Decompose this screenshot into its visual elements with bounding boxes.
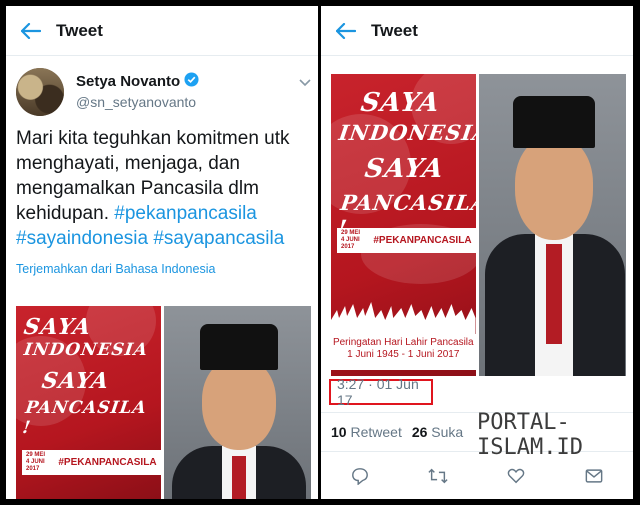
message-icon[interactable] — [574, 468, 614, 484]
poster-caption-line: Peringatan Hari Lahir Pancasila — [332, 337, 474, 348]
poster-text: SAYA — [362, 154, 446, 184]
poster-hashtag-badge: 29 MEI 4 JUNI 2017 #PEKANPANCASILA — [22, 450, 161, 475]
tweet-panel-left: Tweet Setya Novanto @sn_setyanovanto Mar… — [6, 6, 318, 499]
poster-date: 4 JUNI 2017 — [341, 237, 360, 250]
poster-date: 29 MEI — [341, 230, 361, 236]
like-icon[interactable] — [496, 467, 536, 485]
hashtag-link[interactable]: #sayapancasila — [153, 228, 284, 249]
page-title: Tweet — [56, 20, 103, 40]
tweet-image[interactable]: SAYA INDONESIA SAYA PANCASILA ! 29 MEI4 … — [331, 74, 626, 376]
author-name-row[interactable]: Setya Novanto — [76, 72, 199, 91]
tweet-timestamp[interactable]: 3:27 · 01 Jun 17 — [329, 376, 433, 408]
back-arrow-icon[interactable] — [321, 6, 371, 55]
retweet-icon[interactable] — [418, 467, 458, 485]
poster-graphic: SAYA INDONESIA SAYA PANCASILA ! 29 MEI4 … — [16, 306, 161, 499]
poster-caption-line: 1 Juni 1945 - 1 Juni 2017 — [347, 349, 460, 360]
tweet-image[interactable]: SAYA INDONESIA SAYA PANCASILA ! 29 MEI4 … — [16, 306, 311, 499]
chevron-down-icon[interactable] — [299, 74, 311, 92]
author-name[interactable]: Setya Novanto — [76, 73, 180, 90]
reply-icon[interactable] — [340, 467, 380, 485]
hashtag-link[interactable]: #sayaindonesia — [16, 228, 148, 249]
poster-date: 4 JUNI 2017 — [26, 459, 45, 472]
crowd-silhouette — [331, 302, 476, 336]
poster-hashtag: #PEKANPANCASILA — [58, 457, 157, 468]
poster-hashtag: #PEKANPANCASILA — [373, 235, 472, 246]
poster-caption: Peringatan Hari Lahir Pancasila 1 Juni 1… — [331, 334, 476, 370]
poster-hashtag-badge: 29 MEI 4 JUNI 2017 #PEKANPANCASILA — [337, 228, 476, 253]
watermark: PORTAL-ISLAM.ID — [477, 410, 583, 460]
like-count[interactable]: 26 Suka — [412, 424, 463, 440]
poster-text: SAYA — [358, 88, 442, 118]
page-title: Tweet — [371, 20, 418, 40]
poster-text: PANCASILA ! — [21, 398, 149, 438]
author-row: Setya Novanto @sn_setyanovanto — [16, 68, 311, 122]
avatar[interactable] — [16, 68, 64, 116]
verified-badge-icon — [184, 72, 199, 91]
poster-date: 29 MEI — [26, 452, 46, 458]
tweet-text: Mari kita teguhkan komitmen utk menghaya… — [16, 126, 311, 251]
retweet-count[interactable]: 10 Retweet — [331, 424, 402, 440]
portrait-photo — [163, 306, 311, 499]
poster-text: SAYA — [40, 368, 112, 394]
back-arrow-icon[interactable] — [6, 6, 56, 55]
author-handle[interactable]: @sn_setyanovanto — [76, 94, 196, 110]
poster-text: INDONESIA — [337, 120, 476, 145]
portrait-photo — [478, 74, 626, 376]
poster-text: SAYA — [22, 314, 94, 340]
top-bar: Tweet — [6, 6, 318, 56]
poster-text: INDONESIA — [22, 340, 150, 360]
poster-graphic: SAYA INDONESIA SAYA PANCASILA ! 29 MEI4 … — [331, 74, 476, 376]
translate-link[interactable]: Terjemahkan dari Bahasa Indonesia — [16, 262, 215, 276]
top-bar: Tweet — [321, 6, 633, 56]
hashtag-link[interactable]: #pekanpancasila — [114, 203, 257, 224]
